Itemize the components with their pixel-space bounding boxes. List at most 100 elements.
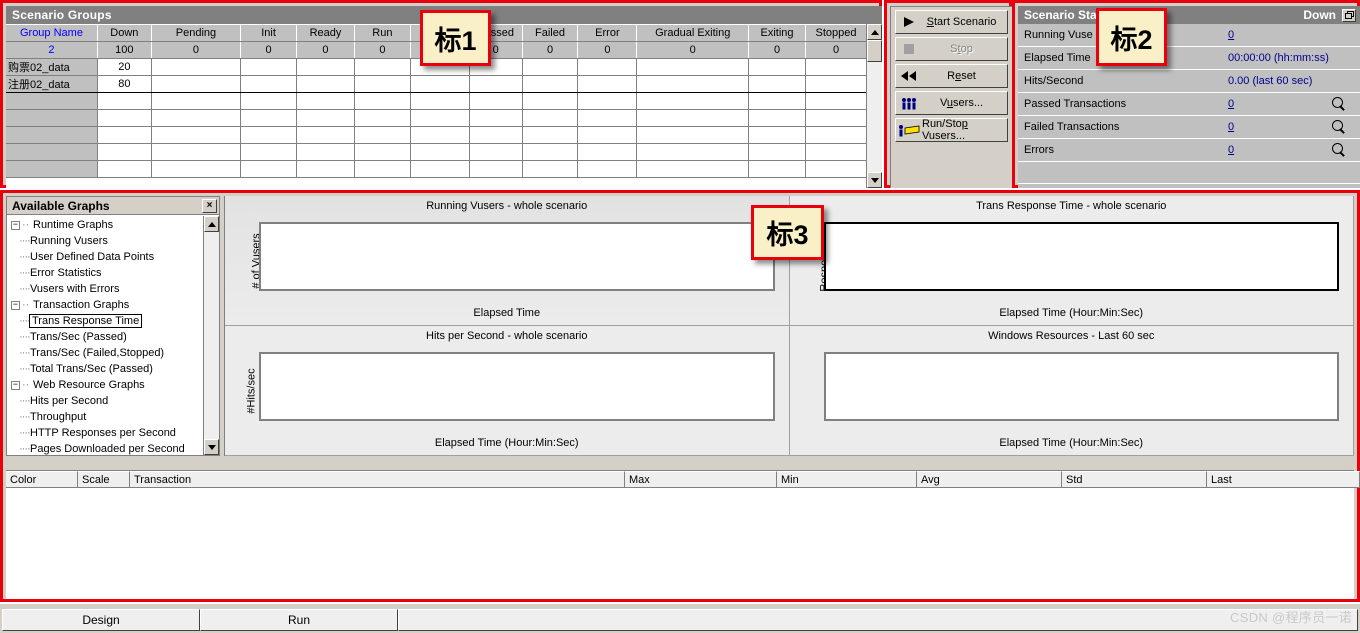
rewind-icon bbox=[896, 70, 922, 82]
graph-legend-body[interactable] bbox=[6, 488, 1354, 599]
status-row-empty bbox=[1018, 162, 1360, 184]
reset-button[interactable]: Reset bbox=[895, 64, 1008, 88]
graph-legend-header: Color Scale Transaction Max Min Avg Std Last bbox=[6, 471, 1360, 488]
magnifier-icon[interactable] bbox=[1332, 97, 1346, 111]
graph-plot-area[interactable] bbox=[823, 352, 1339, 421]
status-value[interactable]: 0 bbox=[1228, 29, 1234, 41]
scenario-groups-scrollbar[interactable] bbox=[866, 24, 882, 188]
tree-scroll-up-button[interactable] bbox=[204, 216, 219, 232]
tree-node-error-statistics[interactable]: ···· Error Statistics bbox=[7, 265, 203, 281]
bottom-tab-bar: Design Run bbox=[0, 604, 1360, 633]
restore-window-button[interactable] bbox=[1342, 8, 1356, 22]
expand-collapse-icon[interactable]: − bbox=[11, 220, 20, 230]
legend-column-std[interactable]: Std bbox=[1062, 471, 1207, 488]
tree-node-web-resource-graphs[interactable]: − ·· Web Resource Graphs bbox=[7, 377, 203, 393]
tree-scroll-track[interactable] bbox=[204, 232, 219, 439]
available-graphs-body: − ·· Runtime Graphs ···· Running Vusers ···· U… bbox=[7, 216, 219, 455]
cell-empty bbox=[577, 75, 638, 93]
status-value: 0.00 (last 60 sec) bbox=[1228, 75, 1313, 87]
legend-column-color[interactable]: Color bbox=[6, 471, 78, 488]
legend-column-max[interactable]: Max bbox=[625, 471, 777, 488]
tree-node-trans-sec-failed-stopped[interactable]: ···· Trans/Sec (Failed,Stopped) bbox=[7, 345, 203, 361]
column-header: Init bbox=[240, 24, 298, 42]
scrollbar-down-button[interactable] bbox=[867, 172, 882, 188]
tab-design[interactable]: Design bbox=[2, 609, 200, 631]
tree-node-user-defined-data-points[interactable]: ···· User Defined Data Points bbox=[7, 249, 203, 265]
cell-empty bbox=[636, 58, 750, 76]
legend-column-scale[interactable]: Scale bbox=[78, 471, 130, 488]
close-icon[interactable]: × bbox=[202, 198, 217, 213]
tree-node-vusers-with-errors[interactable]: ···· Vusers with Errors bbox=[7, 281, 203, 297]
legend-column-min[interactable]: Min bbox=[777, 471, 917, 488]
tree-node-total-trans-sec-passed[interactable]: ···· Total Trans/Sec (Passed) bbox=[7, 361, 203, 377]
graph-panel-trans-response-time[interactable]: Trans Response Time - whole scenarioResp… bbox=[789, 196, 1354, 326]
run-stop-vusers-button[interactable]: Run/Stop Vusers... bbox=[895, 118, 1008, 142]
tree-node-running-vusers[interactable]: ···· Running Vusers bbox=[7, 233, 203, 249]
available-graphs-tree[interactable]: − ·· Runtime Graphs ···· Running Vusers ···· U… bbox=[7, 216, 203, 455]
cell-empty bbox=[240, 58, 298, 76]
column-total: 0 bbox=[805, 41, 866, 59]
cell-down: 20 bbox=[97, 58, 152, 76]
scenario-status-title-right: Down bbox=[1303, 8, 1336, 22]
tree-node-runtime-graphs[interactable]: − ·· Runtime Graphs bbox=[7, 217, 203, 233]
status-value-cell[interactable]: 0 bbox=[1222, 116, 1360, 138]
magnifier-icon[interactable] bbox=[1332, 143, 1346, 157]
tree-scroll-down-button[interactable] bbox=[204, 439, 219, 455]
expand-collapse-icon[interactable]: − bbox=[11, 300, 20, 310]
legend-column-last[interactable]: Last bbox=[1207, 471, 1360, 488]
tree-connector-icon: ·· bbox=[22, 299, 30, 311]
callout-mark-2-text: 标2 bbox=[1110, 24, 1153, 55]
tree-node-transaction-graphs[interactable]: − ·· Transaction Graphs bbox=[7, 297, 203, 313]
column-header: Error bbox=[577, 24, 638, 42]
table-row: 注册02_data 80 bbox=[6, 75, 866, 93]
graph-plot-area[interactable] bbox=[259, 222, 775, 291]
status-value[interactable]: 0 bbox=[1228, 144, 1234, 156]
column-total: 0 bbox=[577, 41, 638, 59]
graph-plot-area[interactable] bbox=[259, 352, 775, 421]
button-label: Stop bbox=[950, 43, 973, 55]
graph-panel-windows-resources[interactable]: Windows Resources - Last 60 sec Elapsed T… bbox=[789, 326, 1354, 456]
tab-list: Design Run bbox=[2, 609, 398, 631]
status-value[interactable]: 0 bbox=[1228, 98, 1234, 110]
tree-node-label: Error Statistics bbox=[30, 267, 102, 279]
graph-panel-running-vusers[interactable]: Running Vusers - whole scenario # of Vuse… bbox=[225, 196, 790, 326]
legend-column-transaction[interactable]: Transaction bbox=[130, 471, 625, 488]
status-value[interactable]: 0 bbox=[1228, 121, 1234, 133]
graph-plot-area[interactable] bbox=[823, 222, 1339, 291]
tree-node-hits-per-second[interactable]: ···· Hits per Second bbox=[7, 393, 203, 409]
vusers-button[interactable]: Vusers... bbox=[895, 91, 1008, 115]
status-value-cell[interactable]: 0 bbox=[1222, 24, 1360, 46]
graph-panel-hits-per-second[interactable]: Hits per Second - whole scenario #Hits/se… bbox=[225, 326, 790, 456]
tree-connector-icon: ···· bbox=[19, 331, 31, 343]
tree-node-trans-response-time[interactable]: ···· Trans Response Time bbox=[7, 313, 203, 329]
magnifier-icon[interactable] bbox=[1332, 120, 1346, 134]
status-value-cell[interactable]: 0 bbox=[1222, 93, 1360, 115]
cell-empty bbox=[522, 75, 579, 93]
callout-mark-1-text: 标1 bbox=[434, 25, 477, 56]
tree-node-trans-sec-passed[interactable]: ···· Trans/Sec (Passed) bbox=[7, 329, 203, 345]
tab-run[interactable]: Run bbox=[200, 609, 398, 631]
tree-node-pages-downloaded-per-second[interactable]: ···· Pages Downloaded per Second bbox=[7, 441, 203, 455]
tree-connector-icon: ···· bbox=[19, 235, 31, 247]
tree-connector-icon: ···· bbox=[19, 283, 31, 295]
chevron-up-icon bbox=[870, 29, 879, 35]
scrollbar-up-button[interactable] bbox=[867, 24, 882, 40]
cell-empty bbox=[748, 75, 806, 93]
button-label: Run/Stop Vusers... bbox=[922, 118, 968, 142]
vusers-icon bbox=[896, 97, 922, 110]
status-value-cell[interactable]: 0 bbox=[1222, 139, 1360, 161]
tree-node-http-responses-per-second[interactable]: ···· HTTP Responses per Second bbox=[7, 425, 203, 441]
legend-column-avg[interactable]: Avg bbox=[917, 471, 1062, 488]
graph-title: Hits per Second - whole scenario bbox=[426, 330, 588, 342]
scrollbar-thumb[interactable] bbox=[867, 40, 882, 62]
tree-node-throughput[interactable]: ···· Throughput bbox=[7, 409, 203, 425]
scenario-status-title-text: Scenario Sta bbox=[1024, 8, 1097, 22]
start-scenario-button[interactable]: Start Scenario bbox=[895, 10, 1008, 34]
tree-node-label: Trans/Sec (Passed) bbox=[30, 331, 127, 343]
available-graphs-scrollbar[interactable] bbox=[203, 216, 219, 455]
expand-collapse-icon[interactable]: − bbox=[11, 380, 20, 390]
column-total: 0 bbox=[748, 41, 806, 59]
scrollbar-track[interactable] bbox=[867, 62, 882, 172]
tree-node-label: Vusers with Errors bbox=[30, 283, 120, 295]
status-row-elapsed-time: Elapsed Time 00:00:00 (hh:mm:ss) bbox=[1018, 47, 1360, 70]
